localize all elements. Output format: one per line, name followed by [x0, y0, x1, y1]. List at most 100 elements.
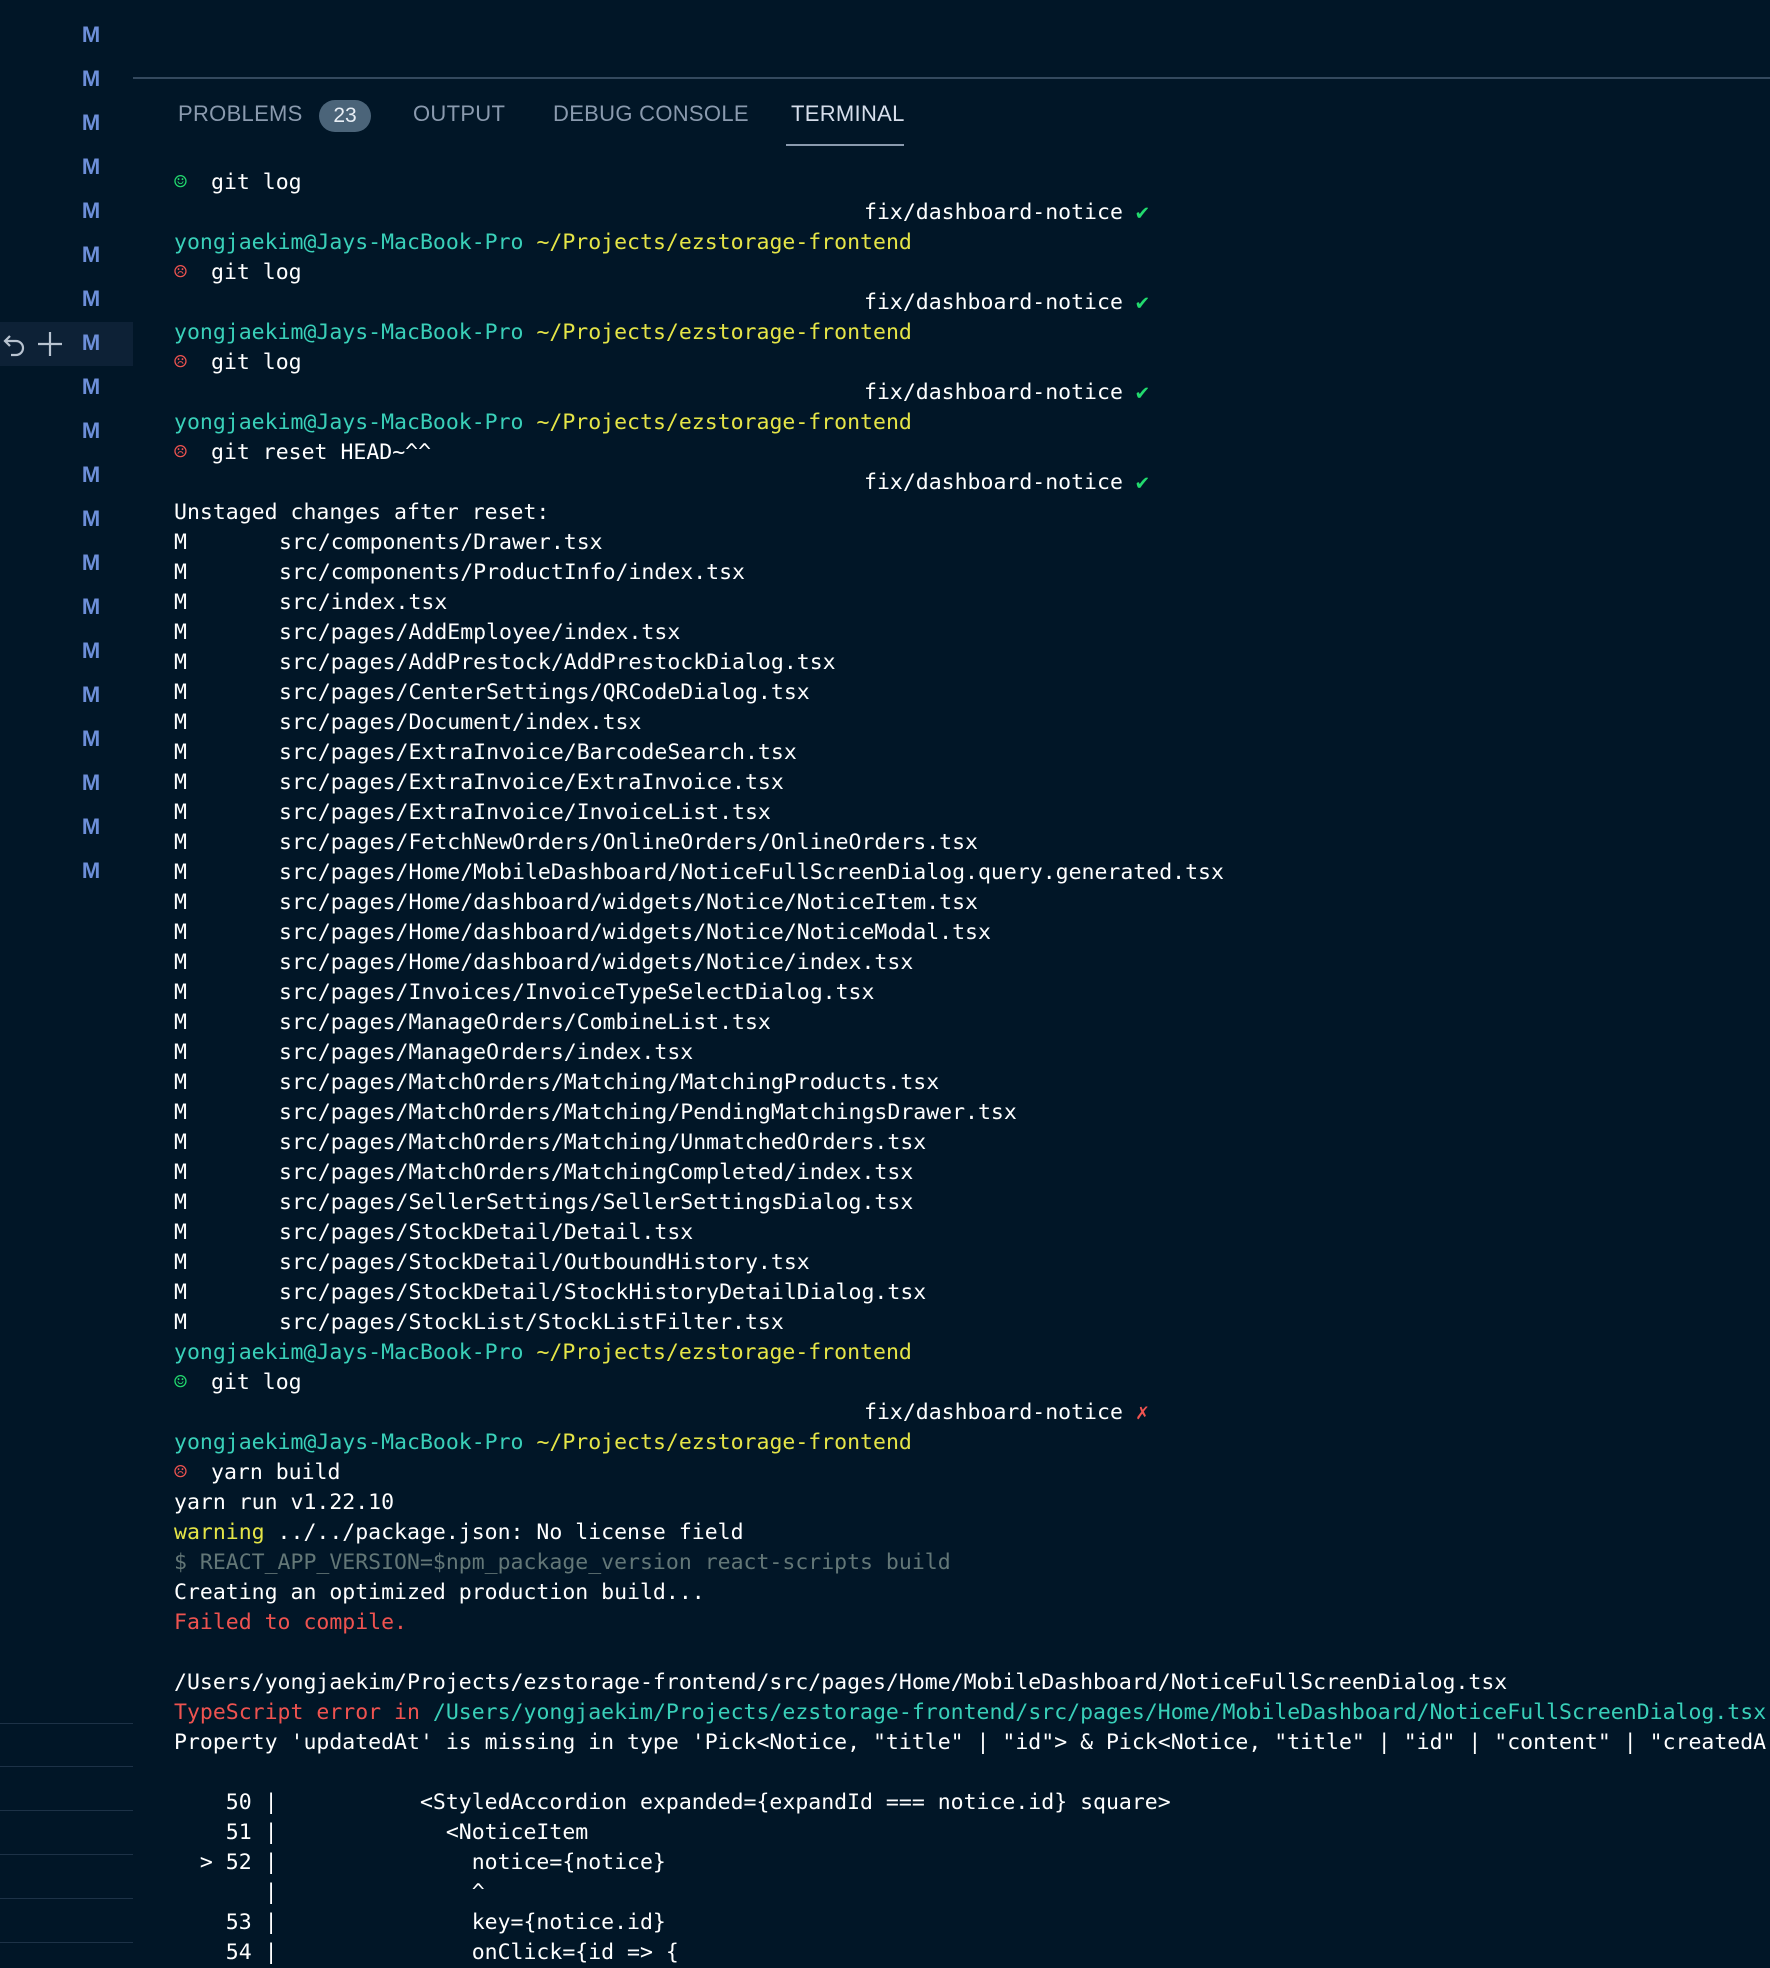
- failed-line: Failed to compile.: [174, 1608, 1770, 1638]
- branch-indicator: fix/dashboard-notice ✔: [864, 468, 1149, 498]
- git-modified-mark: M: [81, 154, 101, 179]
- status-letter: M: [174, 890, 187, 915]
- file-path: src/pages/CenterSettings/QRCodeDialog.ts…: [279, 680, 810, 705]
- git-modified-mark: M: [81, 242, 101, 267]
- branch-indicator: fix/dashboard-notice ✔: [864, 198, 1149, 228]
- file-path: src/pages/MatchOrders/Matching/MatchingP…: [279, 1070, 940, 1095]
- clean-check-icon: ✔: [1135, 200, 1149, 225]
- tab-output[interactable]: OUTPUT: [413, 101, 505, 127]
- tab-terminal[interactable]: TERMINAL: [791, 101, 905, 127]
- creating-text: Creating an optimized production build..…: [174, 1580, 705, 1605]
- code-text: > 52 | notice={notice}: [174, 1850, 666, 1875]
- status-letter: M: [174, 1130, 187, 1155]
- branch-name: fix/dashboard-notice: [864, 290, 1123, 315]
- command-text: yarn build: [211, 1460, 341, 1485]
- discard-icon[interactable]: [2, 330, 26, 362]
- branch-status-line: fix/dashboard-notice ✗: [174, 1398, 1770, 1428]
- property-error-text: Property 'updatedAt' is missing in type …: [174, 1730, 1767, 1755]
- file-path: src/pages/MatchOrders/Matching/PendingMa…: [279, 1100, 1017, 1125]
- file-path: src/pages/Home/dashboard/widgets/Notice/…: [279, 920, 991, 945]
- gutter-divider: [0, 1723, 133, 1724]
- file-path: src/pages/ManageOrders/CombineList.tsx: [279, 1010, 771, 1035]
- prompt-user: yongjaekim@Jays-MacBook-Pro: [174, 320, 524, 345]
- exit-error-icon: ☹: [174, 350, 187, 375]
- status-letter: M: [174, 620, 187, 645]
- command-text: git log: [211, 260, 302, 285]
- status-letter: M: [174, 530, 187, 555]
- active-tab-indicator: [786, 144, 904, 146]
- status-letter: M: [174, 1310, 187, 1335]
- code-text: 50 | <StyledAccordion expanded={expandId…: [174, 1790, 1171, 1815]
- status-letter: M: [174, 740, 187, 765]
- exit-ok-icon: ☺: [174, 1370, 187, 1395]
- file-path: src/pages/Invoices/InvoiceTypeSelectDial…: [279, 980, 875, 1005]
- git-modified-mark: M: [81, 682, 101, 707]
- status-letter: M: [174, 1100, 187, 1125]
- status-letter: M: [174, 590, 187, 615]
- git-modified-mark: M: [81, 814, 101, 839]
- unstaged-header: Unstaged changes after reset:: [174, 498, 1770, 528]
- prompt-path-line: yongjaekim@Jays-MacBook-Pro ~/Projects/e…: [174, 318, 1770, 348]
- error-file-line: /Users/yongjaekim/Projects/ezstorage-fro…: [174, 1668, 1770, 1698]
- file-path: src/pages/SellerSettings/SellerSettingsD…: [279, 1190, 914, 1215]
- gutter-divider: [0, 1898, 133, 1899]
- yarn-version: yarn run v1.22.10: [174, 1488, 1770, 1518]
- ts-error-line: TypeScript error in /Users/yongjaekim/Pr…: [174, 1698, 1770, 1728]
- branch-name: fix/dashboard-notice: [864, 1400, 1123, 1425]
- script-line: $ REACT_APP_VERSION=$npm_package_version…: [174, 1548, 1770, 1578]
- status-letter: M: [174, 770, 187, 795]
- code-text: 51 | <NoticeItem: [174, 1820, 589, 1845]
- modified-file-row: Msrc/pages/Invoices/InvoiceTypeSelectDia…: [174, 978, 1770, 1008]
- status-letter: M: [174, 560, 187, 585]
- script-text: $ REACT_APP_VERSION=$npm_package_version…: [174, 1550, 951, 1575]
- status-letter: M: [174, 680, 187, 705]
- file-path: src/pages/Home/dashboard/widgets/Notice/…: [279, 950, 914, 975]
- file-path: src/components/Drawer.tsx: [279, 530, 603, 555]
- code-text: 53 | key={notice.id}: [174, 1910, 666, 1935]
- status-letter: M: [174, 1250, 187, 1275]
- status-letter: M: [174, 980, 187, 1005]
- modified-file-row: Msrc/pages/Home/dashboard/widgets/Notice…: [174, 918, 1770, 948]
- file-path: src/pages/ManageOrders/index.tsx: [279, 1040, 694, 1065]
- code-frame-line: 50 | <StyledAccordion expanded={expandId…: [174, 1788, 1770, 1818]
- modified-file-row: Msrc/pages/Home/dashboard/widgets/Notice…: [174, 888, 1770, 918]
- property-error-line: Property 'updatedAt' is missing in type …: [174, 1728, 1770, 1758]
- modified-file-row: Msrc/pages/StockDetail/Detail.tsx: [174, 1218, 1770, 1248]
- clean-check-icon: ✔: [1135, 290, 1149, 315]
- modified-file-row: Msrc/pages/MatchOrders/Matching/PendingM…: [174, 1098, 1770, 1128]
- file-path: src/pages/AddPrestock/AddPrestockDialog.…: [279, 650, 836, 675]
- warning-label: warning: [174, 1520, 265, 1545]
- modified-file-row: Msrc/pages/Home/dashboard/widgets/Notice…: [174, 948, 1770, 978]
- file-path: src/pages/MatchOrders/Matching/Unmatched…: [279, 1130, 927, 1155]
- scm-gutter: MMMMMMMMMMMMMMMMMMMM: [0, 0, 133, 1948]
- branch-name: fix/dashboard-notice: [864, 200, 1123, 225]
- yarn-version-text: yarn run v1.22.10: [174, 1490, 395, 1515]
- branch-status-line: fix/dashboard-notice ✔: [174, 288, 1770, 318]
- prompt-path: ~/Projects/ezstorage-frontend: [536, 1430, 912, 1455]
- exit-error-icon: ☹: [174, 260, 187, 285]
- stage-plus-icon[interactable]: [36, 330, 64, 362]
- modified-file-row: Msrc/components/ProductInfo/index.tsx: [174, 558, 1770, 588]
- ts-error-prefix: TypeScript error in: [174, 1700, 433, 1725]
- git-modified-mark: M: [81, 110, 101, 135]
- modified-file-row: Msrc/pages/StockList/StockListFilter.tsx: [174, 1308, 1770, 1338]
- modified-file-row: Msrc/pages/StockDetail/StockHistoryDetai…: [174, 1278, 1770, 1308]
- git-modified-mark: M: [81, 286, 101, 311]
- tab-debug-console[interactable]: DEBUG CONSOLE: [553, 101, 749, 127]
- modified-file-row: Msrc/pages/FetchNewOrders/OnlineOrders/O…: [174, 828, 1770, 858]
- creating-line: Creating an optimized production build..…: [174, 1578, 1770, 1608]
- prompt-user: yongjaekim@Jays-MacBook-Pro: [174, 230, 524, 255]
- file-path: src/pages/Home/dashboard/widgets/Notice/…: [279, 890, 978, 915]
- code-frame-line: | ^: [174, 1878, 1770, 1908]
- terminal-output[interactable]: ☺ git log fix/dashboard-notice ✔ yongjaekim…: [174, 168, 1770, 1968]
- modified-file-row: Msrc/pages/Document/index.tsx: [174, 708, 1770, 738]
- tab-problems[interactable]: PROBLEMS: [178, 101, 303, 127]
- status-letter: M: [174, 1190, 187, 1215]
- branch-status-line: fix/dashboard-notice ✔: [174, 468, 1770, 498]
- prompt-path: ~/Projects/ezstorage-frontend: [536, 410, 912, 435]
- branch-indicator: fix/dashboard-notice ✔: [864, 288, 1149, 318]
- prompt-user: yongjaekim@Jays-MacBook-Pro: [174, 1430, 524, 1455]
- git-modified-mark: M: [81, 374, 101, 399]
- modified-file-row: Msrc/pages/ExtraInvoice/ExtraInvoice.tsx: [174, 768, 1770, 798]
- modified-file-row: Msrc/pages/AddPrestock/AddPrestockDialog…: [174, 648, 1770, 678]
